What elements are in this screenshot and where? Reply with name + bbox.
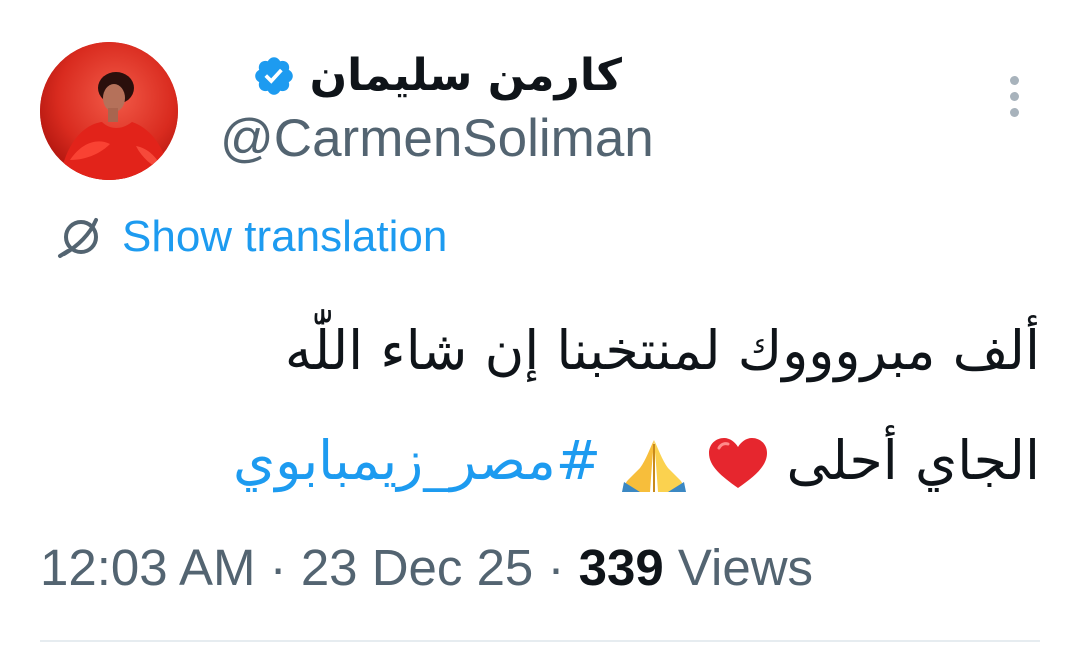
author-avatar[interactable] bbox=[40, 42, 178, 180]
divider bbox=[40, 640, 1040, 642]
translate-globe-icon bbox=[58, 218, 98, 258]
red-heart-emoji bbox=[709, 438, 768, 489]
more-dot bbox=[1009, 91, 1019, 101]
verified-badge-icon bbox=[254, 57, 293, 95]
more-options-icon[interactable] bbox=[998, 70, 1030, 122]
author-display-name[interactable]: كارمن سليمان bbox=[310, 54, 622, 98]
show-translation-button[interactable]: Show translation bbox=[56, 210, 447, 264]
more-dot bbox=[1009, 75, 1019, 85]
tweet-line-1: ألف مبروووك لمنتخبنا إن شاء اللّٰه bbox=[284, 319, 1040, 382]
meta-separator: · bbox=[547, 539, 565, 596]
avatar-photo bbox=[40, 42, 178, 180]
show-translation-label[interactable]: Show translation bbox=[122, 212, 447, 262]
tweet-text: ألف مبروووك لمنتخبنا إن شاء اللّٰه الجاي… bbox=[40, 296, 1040, 516]
tweet-date[interactable]: 23 Dec 25 bbox=[301, 539, 534, 596]
views-count[interactable]: 339 bbox=[579, 539, 664, 596]
views-label: Views bbox=[677, 539, 814, 596]
tweet-line-2: الجاي أحلى #مصر_زيمبابوي bbox=[40, 406, 1040, 516]
author-name-row[interactable]: كارمن سليمان bbox=[252, 44, 622, 108]
tweet-line-2-text: الجاي أحلى bbox=[786, 429, 1040, 492]
folded-hands-emoji bbox=[622, 440, 687, 493]
tweet-meta: 12:03 AM · 23 Dec 25 · 339 Views bbox=[40, 538, 813, 598]
author-handle[interactable]: @CarmenSoliman bbox=[220, 112, 654, 165]
meta-separator: · bbox=[269, 539, 287, 596]
hashtag-link[interactable]: #مصر_زيمبابوي bbox=[233, 429, 601, 492]
more-dot bbox=[1009, 107, 1019, 117]
tweet-time[interactable]: 12:03 AM bbox=[40, 539, 255, 596]
